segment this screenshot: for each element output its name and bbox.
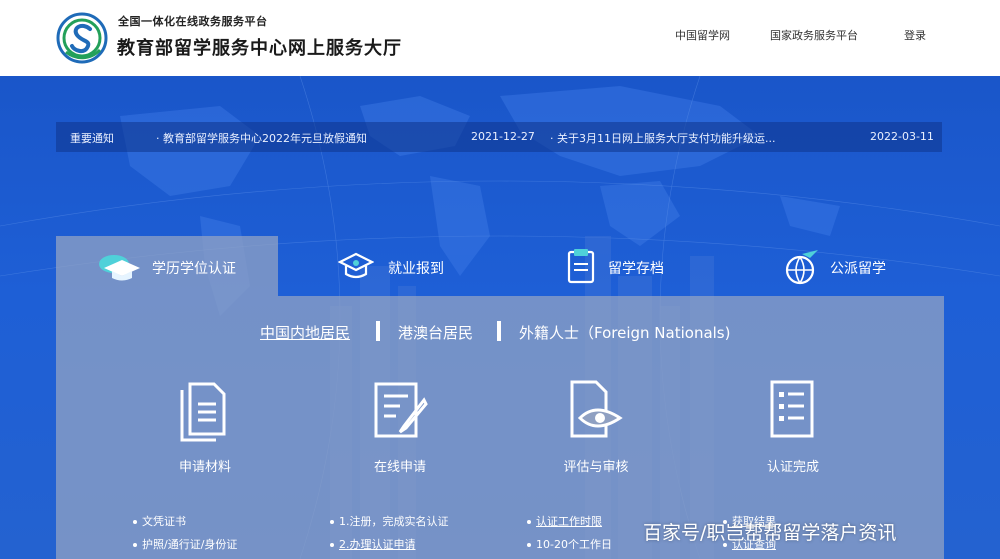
globe-plane-icon [785, 250, 818, 285]
notice-date-1: 2021-12-27 [471, 130, 535, 143]
graduation-cap-icon [99, 255, 140, 281]
watermark-text: 百家号/职岂帮帮留学落户资讯 [643, 522, 897, 544]
notice-label: 重要通知 [70, 132, 114, 145]
tab-label: 学历学位认证 [152, 261, 236, 277]
detail-link-time-limit[interactable]: 认证工作时限 [527, 513, 602, 529]
detail-item: 1.注册，完成实名认证 [330, 513, 449, 529]
nav-link-gov-platform[interactable]: 国家政务服务平台 [770, 27, 858, 43]
nav-link-login[interactable]: 登录 [904, 27, 926, 43]
checklist-icon [770, 380, 814, 438]
subtab-mainland-residents[interactable]: 中国内地居民 [260, 322, 350, 343]
tab-label: 就业报到 [388, 261, 444, 277]
notice-date-2: 2022-03-11 [870, 130, 934, 143]
subtab-divider [376, 321, 380, 341]
detail-item: 10-20个工作日 [527, 536, 612, 552]
step-label-review: 评估与审核 [563, 460, 629, 475]
tab-employment-report[interactable]: 就业报到 [280, 236, 500, 296]
notice-bar: 重要通知 · 教育部留学服务中心2022年元旦放假通知 2021-12-27 ·… [56, 122, 942, 152]
tab-label: 留学存档 [608, 261, 664, 277]
site-title[interactable]: 教育部留学服务中心网上服务大厅 [117, 34, 402, 60]
platform-subtitle: 全国一体化在线政务服务平台 [118, 15, 268, 28]
site-logo-icon[interactable] [56, 12, 108, 64]
detail-item: 文凭证书 [133, 513, 186, 529]
subtab-divider [497, 321, 501, 341]
step-label-online-apply: 在线申请 [373, 460, 426, 475]
subtab-foreign-nationals[interactable]: 外籍人士（Foreign Nationals) [519, 322, 730, 343]
top-header: 全国一体化在线政务服务平台 教育部留学服务中心网上服务大厅 中国留学网 国家政务… [0, 0, 1000, 76]
document-folder-icon [567, 249, 595, 284]
tab-government-sponsored[interactable]: 公派留学 [722, 236, 944, 296]
nav-link-cscse[interactable]: 中国留学网 [675, 27, 730, 43]
eye-document-icon [570, 380, 623, 438]
documents-icon [180, 382, 226, 442]
step-label-materials: 申请材料 [178, 460, 231, 475]
tab-degree-certification[interactable]: 学历学位认证 [56, 236, 278, 296]
mortarboard-icon [338, 252, 374, 279]
step-label-complete: 认证完成 [766, 460, 819, 475]
notice-item-2[interactable]: · 关于3月11日网上服务大厅支付功能升级运... [550, 130, 775, 146]
form-edit-icon [374, 382, 428, 438]
tab-label: 公派留学 [830, 261, 886, 277]
subtab-hk-macao-taiwan[interactable]: 港澳台居民 [398, 322, 473, 343]
notice-item-1[interactable]: · 教育部留学服务中心2022年元旦放假通知 [156, 130, 367, 146]
tab-study-archive[interactable]: 留学存档 [500, 236, 722, 296]
detail-link-apply[interactable]: 2.办理认证申请 [330, 536, 416, 552]
detail-item: 护照/通行证/身份证 [133, 536, 237, 552]
